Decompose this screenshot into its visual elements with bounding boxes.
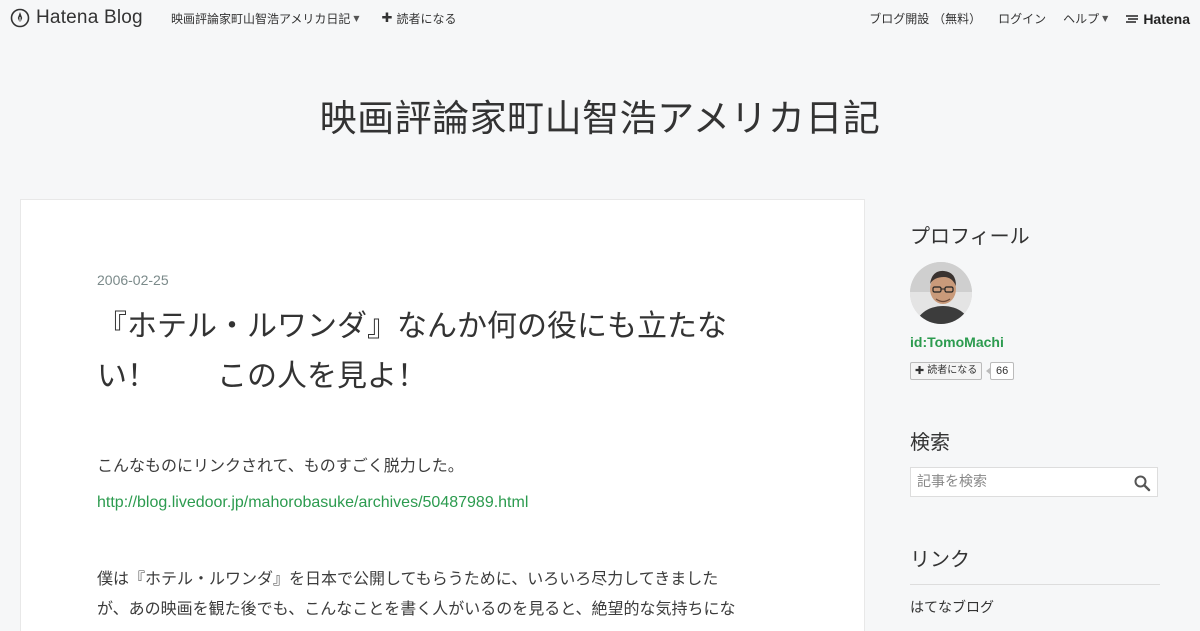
- chevron-down-icon: ▼: [1102, 14, 1109, 23]
- brand-name: Hatena Blog: [36, 7, 143, 28]
- entry-title-line-2: い！ この人を見よ！: [97, 359, 427, 394]
- entry-date[interactable]: 2006-02-25: [97, 272, 169, 288]
- links-list: はてなブログ: [910, 584, 1160, 628]
- search-icon[interactable]: [1133, 474, 1151, 492]
- entry-title[interactable]: 『ホテル・ルワンダ』なんか何の役にも立たな い！ この人を見よ！: [97, 302, 797, 402]
- links-item[interactable]: はてなブログ: [910, 584, 1160, 628]
- search-input[interactable]: [911, 468, 1127, 496]
- blog-menu-label: 映画評論家町山智浩アメリカ日記: [171, 12, 351, 26]
- subscribe-button[interactable]: ✚ 読者になる: [382, 10, 457, 27]
- sidebar: プロフィール id:TomoMachi ✚ 読者になる 66 検索 リンク はて…: [910, 220, 1160, 616]
- entry-paragraph-line: が、あの映画を観た後でも、こんなことを書く人がいるのを見ると、絶望的な気持ちにな: [97, 599, 736, 618]
- login-link[interactable]: ログイン: [998, 10, 1046, 27]
- subscribe-label: 読者になる: [396, 12, 457, 26]
- open-blog-link[interactable]: ブログ開設 （無料）: [869, 10, 981, 27]
- entry-paragraph-line: 僕は『ホテル・ルワンダ』を日本で公開してもらうために、いろいろ尽力してきました: [97, 569, 719, 588]
- links-module-title: リンク: [910, 547, 970, 571]
- entry-title-line-1: 『ホテル・ルワンダ』なんか何の役にも立たな: [97, 309, 727, 344]
- plus-icon: ✚: [381, 11, 393, 26]
- hatena-logo[interactable]: Hatena: [1125, 11, 1190, 27]
- profile-module-title: プロフィール: [910, 224, 1030, 248]
- plus-icon: ✚: [915, 364, 925, 377]
- entry-paragraph: 僕は『ホテル・ルワンダ』を日本で公開してもらうために、いろいろ尽力してきました …: [97, 564, 787, 624]
- subscribe-label: 読者になる: [927, 365, 978, 376]
- hatena-blog-logo[interactable]: Hatena Blog: [10, 7, 143, 29]
- profile-id-link[interactable]: id:TomoMachi: [910, 334, 1004, 350]
- avatar[interactable]: [910, 262, 972, 324]
- hatena-stripes-icon: [1126, 14, 1139, 23]
- search-module-title: 検索: [910, 430, 950, 454]
- entry-paragraph: こんなものにリンクされて、ものすごく脱力した。: [97, 456, 464, 475]
- hatena-pen-icon: [10, 8, 30, 28]
- help-dropdown[interactable]: ヘルプ ▼: [1063, 10, 1108, 27]
- avatar-image: [910, 262, 972, 324]
- reader-count-badge: 66: [985, 362, 1015, 380]
- blog-menu-dropdown[interactable]: 映画評論家町山智浩アメリカ日記 ▼: [171, 10, 360, 27]
- search-form: [910, 467, 1158, 497]
- entry-external-link[interactable]: http://blog.livedoor.jp/mahorobasuke/arc…: [97, 494, 528, 512]
- chevron-down-icon: ▼: [353, 14, 360, 23]
- blog-title[interactable]: 映画評論家町山智浩アメリカ日記: [0, 88, 1200, 142]
- article-card: 2006-02-25 『ホテル・ルワンダ』なんか何の役にも立たな い！ この人を…: [20, 199, 865, 631]
- help-label: ヘルプ: [1063, 12, 1100, 26]
- global-header: Hatena Blog 映画評論家町山智浩アメリカ日記 ▼ ✚ 読者になる ブロ…: [0, 0, 1200, 36]
- hatena-logo-text: Hatena: [1143, 10, 1190, 27]
- subscribe-button[interactable]: ✚ 読者になる: [910, 362, 983, 380]
